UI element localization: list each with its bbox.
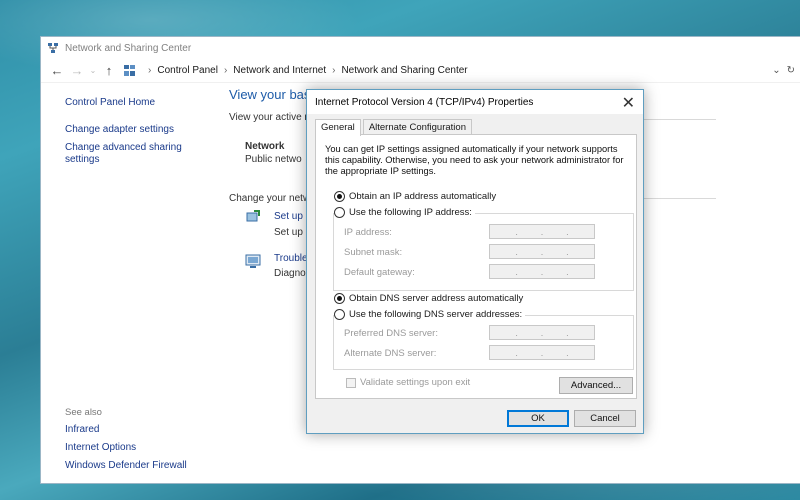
forward-arrow-icon[interactable]: →	[67, 63, 87, 78]
back-arrow-icon[interactable]: ←	[47, 63, 67, 78]
close-icon[interactable]: ✕	[622, 93, 635, 113]
validate-settings-label: Validate settings upon exit	[360, 377, 471, 388]
cancel-button[interactable]: Cancel	[574, 410, 636, 427]
network-type: Public netwo	[245, 154, 302, 165]
obtain-ip-auto-radio[interactable]	[334, 191, 345, 202]
advanced-button[interactable]: Advanced...	[559, 377, 633, 394]
obtain-dns-auto-option[interactable]: Obtain DNS server address automatically	[334, 293, 523, 304]
validate-settings-option[interactable]: Validate settings upon exit	[346, 377, 470, 388]
dialog-titlebar: Internet Protocol Version 4 (TCP/IPv4) P…	[307, 90, 643, 114]
see-also-section: See also Infrared Internet Options Windo…	[65, 407, 187, 478]
use-static-ip-option[interactable]: Use the following IP address:	[334, 207, 475, 218]
alternate-dns-field[interactable]: ...	[489, 345, 595, 360]
ip-address-field[interactable]: ...	[489, 224, 595, 239]
troubleshoot-icon	[245, 254, 261, 268]
troubleshoot-link[interactable]: Trouble	[274, 253, 308, 264]
breadcrumb-separator: ›	[332, 65, 336, 76]
change-settings-label: Change your netw	[229, 193, 311, 204]
validate-settings-checkbox[interactable]	[346, 377, 356, 388]
window-titlebar: Network and Sharing Center	[41, 37, 800, 59]
active-networks-label: View your active n	[229, 112, 310, 123]
intro-text: You can get IP settings assigned automat…	[325, 144, 624, 176]
preferred-dns-label: Preferred DNS server:	[344, 327, 438, 339]
address-dropdown-icon[interactable]: ⌄	[772, 65, 780, 76]
refresh-icon[interactable]: ↻	[787, 65, 795, 76]
obtain-ip-auto-option[interactable]: Obtain an IP address automatically	[334, 191, 496, 202]
use-static-ip-radio[interactable]	[334, 207, 345, 218]
breadcrumb-separator: ›	[223, 65, 228, 76]
default-gateway-label: Default gateway:	[344, 266, 415, 278]
ipv4-properties-dialog: Internet Protocol Version 4 (TCP/IPv4) P…	[306, 89, 644, 434]
internet-options-link[interactable]: Internet Options	[65, 442, 187, 453]
see-also-header: See also	[65, 407, 102, 418]
address-bar: ← → ⌄ ↑ › Control Panel › Network and In…	[41, 59, 800, 83]
dialog-title: Internet Protocol Version 4 (TCP/IPv4) P…	[315, 96, 534, 108]
network-center-icon	[48, 43, 58, 53]
static-dns-group: Preferred DNS server: ... Alternate DNS …	[333, 315, 634, 370]
obtain-dns-auto-label: Obtain DNS server address automatically	[349, 293, 524, 304]
change-adapter-settings-link[interactable]: Change adapter settings	[65, 124, 215, 136]
network-name: Network	[245, 141, 285, 152]
subnet-mask-field[interactable]: ...	[489, 244, 595, 259]
use-static-dns-radio[interactable]	[334, 309, 345, 320]
address-controls: ⌄ ↻	[766, 65, 795, 76]
obtain-ip-auto-label: Obtain an IP address automatically	[349, 191, 497, 202]
up-arrow-icon[interactable]: ↑	[99, 63, 119, 78]
breadcrumb-network-internet[interactable]: Network and Internet	[233, 65, 326, 76]
recent-locations-icon[interactable]: ⌄	[87, 66, 99, 75]
ip-address-label: IP address:	[344, 226, 392, 238]
subnet-mask-label: Subnet mask:	[344, 246, 403, 258]
window-title: Network and Sharing Center	[65, 42, 192, 54]
tab-general[interactable]: General	[315, 119, 361, 136]
use-static-dns-label: Use the following DNS server addresses:	[349, 309, 523, 320]
ok-button[interactable]: OK	[507, 410, 569, 427]
use-static-dns-option[interactable]: Use the following DNS server addresses:	[334, 309, 526, 320]
tab-alternate-configuration[interactable]: Alternate Configuration	[362, 119, 472, 135]
left-nav-pane: Control Panel Home Change adapter settin…	[65, 97, 215, 172]
alternate-dns-label: Alternate DNS server:	[344, 347, 437, 359]
preferred-dns-field[interactable]: ...	[489, 325, 595, 340]
breadcrumb[interactable]: › Control Panel › Network and Internet ›…	[123, 61, 766, 81]
use-static-ip-label: Use the following IP address:	[349, 207, 472, 218]
general-tab-panel: You can get IP settings assigned automat…	[315, 134, 637, 399]
static-ip-group: IP address: ... Subnet mask: ... Default…	[333, 213, 634, 291]
setup-connection-icon	[246, 210, 260, 222]
breadcrumb-separator: ›	[148, 65, 152, 76]
change-advanced-sharing-link[interactable]: Change advanced sharing settings	[65, 142, 190, 166]
control-panel-icon	[124, 65, 135, 76]
obtain-dns-auto-radio[interactable]	[334, 293, 345, 304]
infrared-link[interactable]: Infrared	[65, 424, 187, 435]
control-panel-home-link[interactable]: Control Panel Home	[65, 97, 215, 108]
breadcrumb-control-panel[interactable]: Control Panel	[157, 65, 218, 76]
dialog-tabs: General Alternate Configuration	[315, 119, 474, 136]
breadcrumb-network-sharing[interactable]: Network and Sharing Center	[341, 65, 467, 76]
firewall-link[interactable]: Windows Defender Firewall	[65, 460, 187, 471]
default-gateway-field[interactable]: ...	[489, 264, 595, 279]
